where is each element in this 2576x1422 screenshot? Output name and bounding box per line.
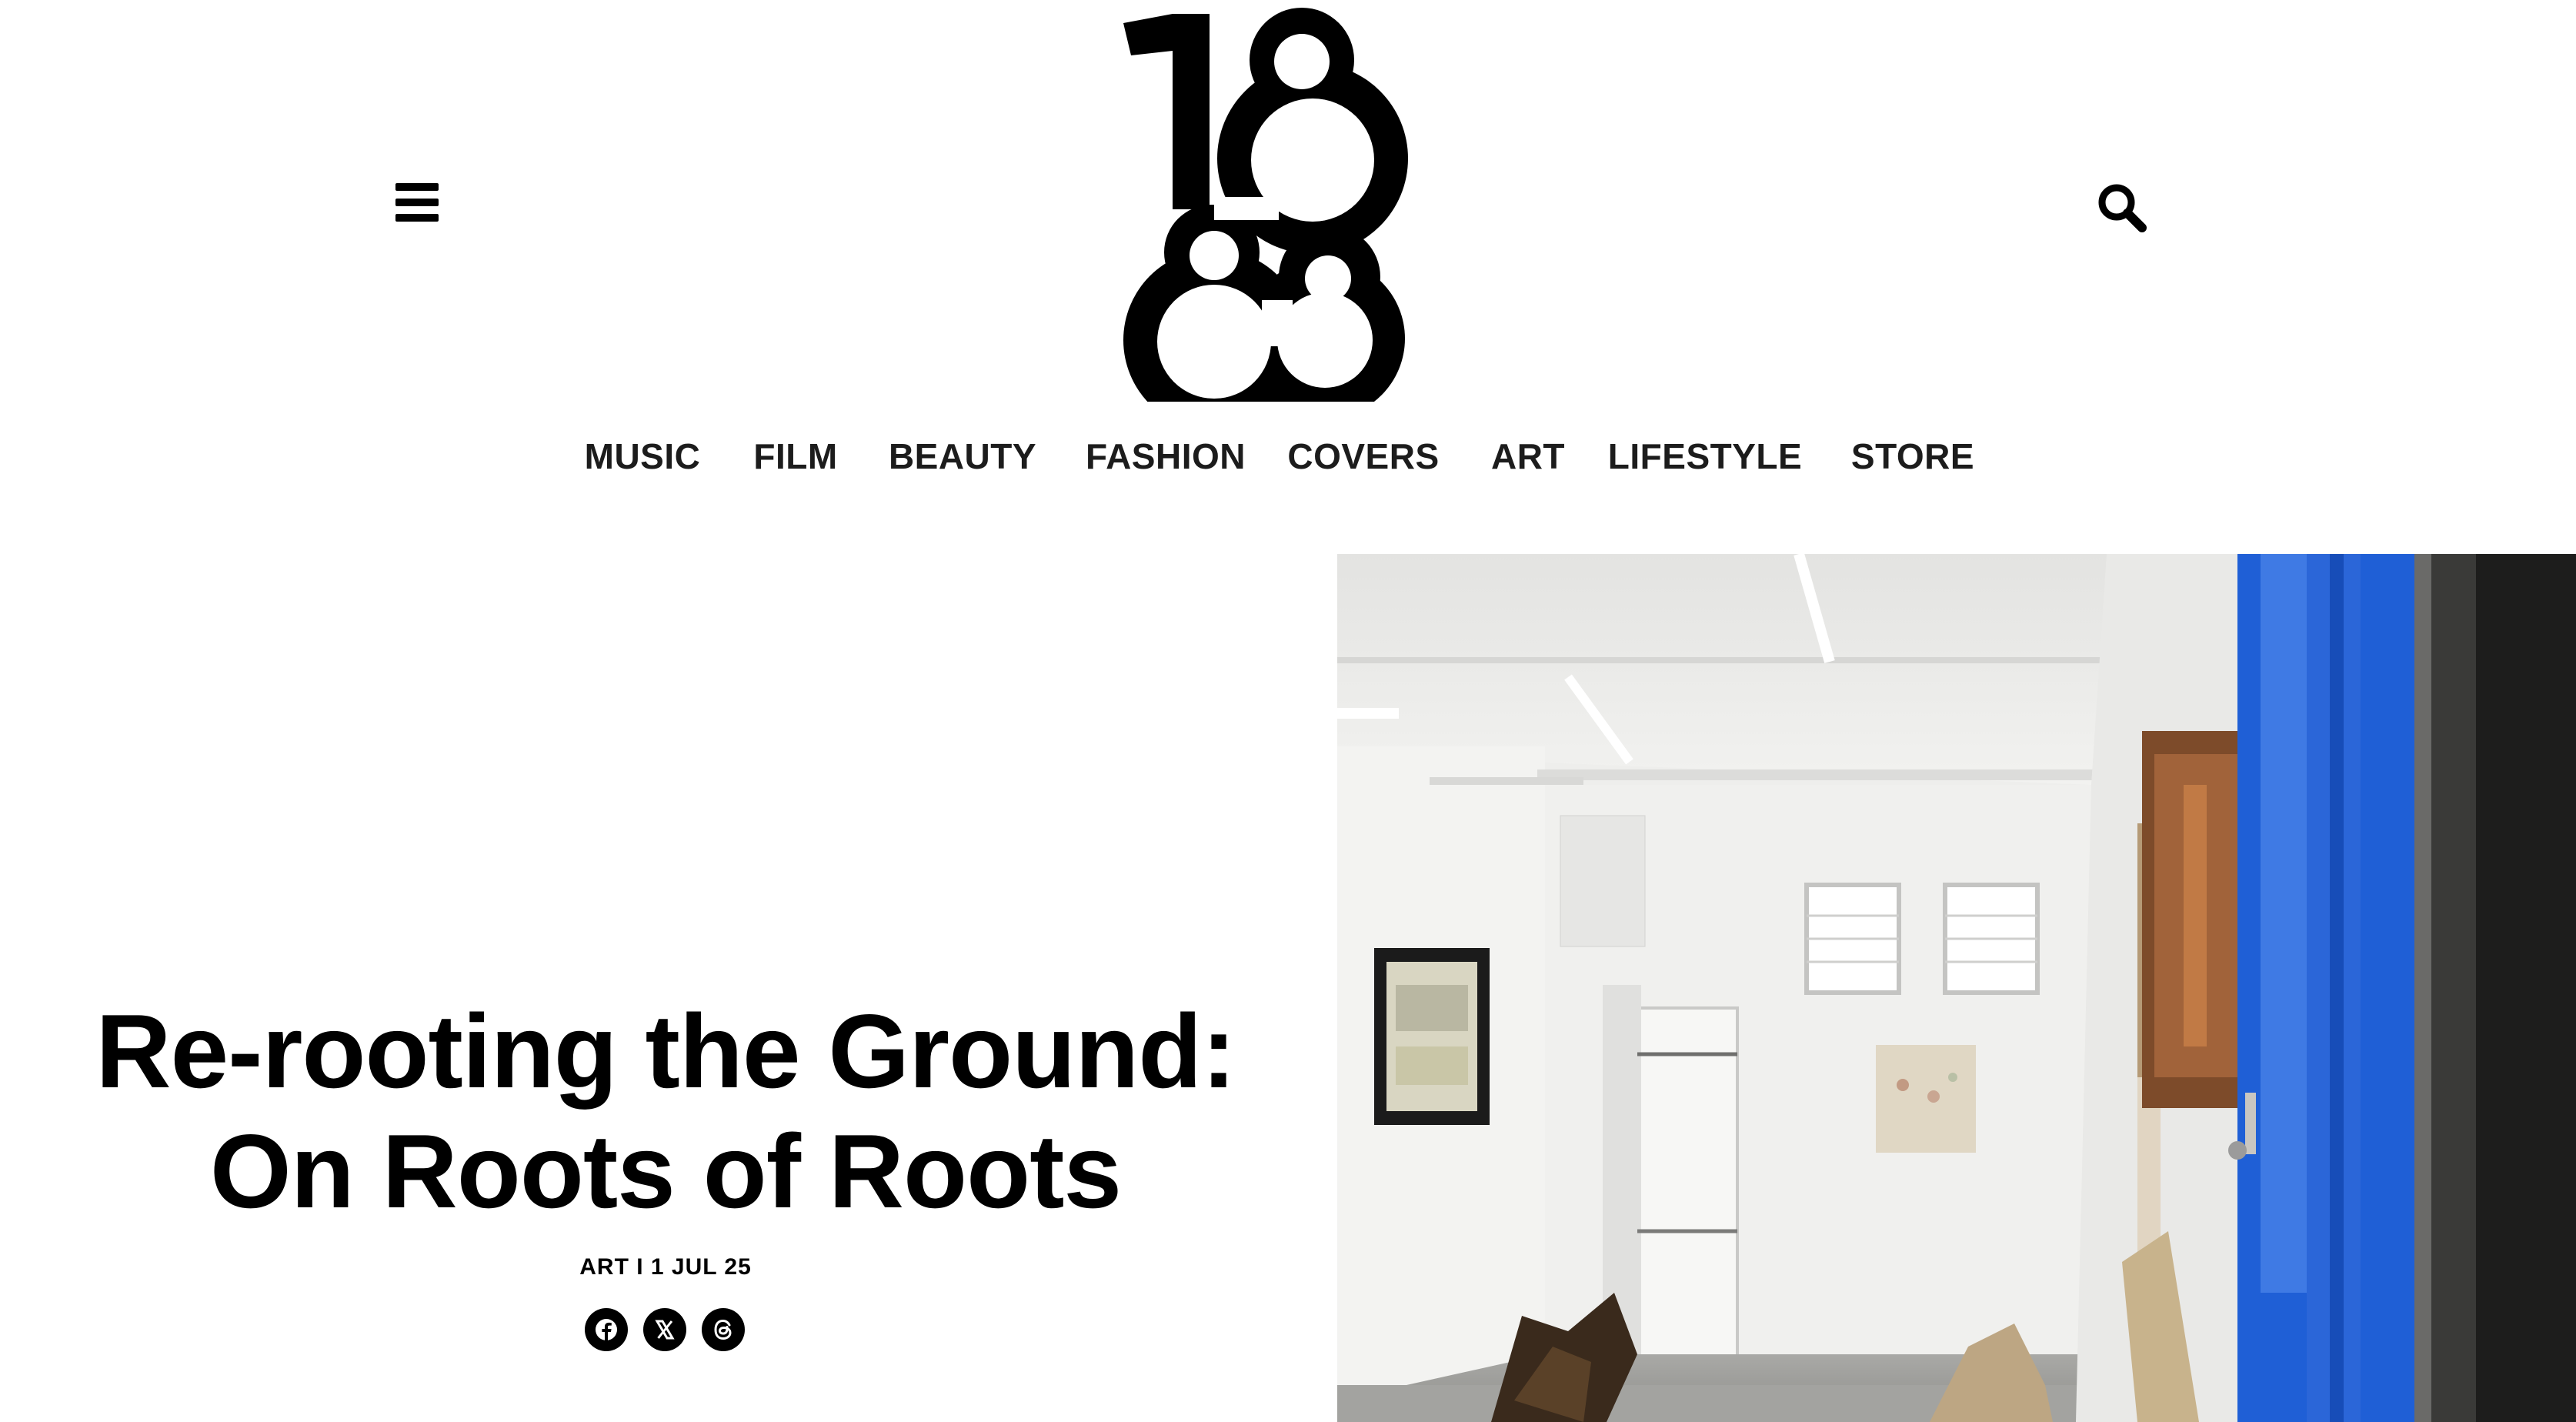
nav-item-lifestyle[interactable]: LIFESTYLE xyxy=(1608,436,1802,477)
nav-item-fashion[interactable]: FASHION xyxy=(1086,436,1246,477)
nav-item-music[interactable]: MUSIC xyxy=(585,436,701,477)
article-meta: ART I 1 JUL 25 xyxy=(579,1254,752,1280)
site-logo[interactable] xyxy=(1123,8,1416,431)
main-navigation: MUSIC FILM BEAUTY FASHION COVERS ART LIF… xyxy=(0,436,2576,482)
article-title-line-2: On Roots of Roots xyxy=(209,1113,1122,1230)
x-twitter-icon[interactable] xyxy=(643,1308,686,1351)
facebook-icon[interactable] xyxy=(585,1308,628,1351)
article-hero-image xyxy=(1337,554,2576,1422)
hamburger-menu-icon[interactable] xyxy=(395,183,439,222)
nav-item-beauty[interactable]: BEAUTY xyxy=(889,436,1036,477)
nav-item-store[interactable]: STORE xyxy=(1851,436,1974,477)
search-icon[interactable] xyxy=(2096,182,2148,234)
nav-item-covers[interactable]: COVERS xyxy=(1287,436,1439,477)
nav-item-art[interactable]: ART xyxy=(1491,436,1565,477)
article-title-line-1: Re-rooting the Ground: xyxy=(95,993,1236,1110)
article-title: Re-rooting the Ground: On Roots of Roots xyxy=(46,991,1285,1231)
threads-icon[interactable] xyxy=(702,1308,745,1351)
nav-item-film[interactable]: FILM xyxy=(753,436,837,477)
